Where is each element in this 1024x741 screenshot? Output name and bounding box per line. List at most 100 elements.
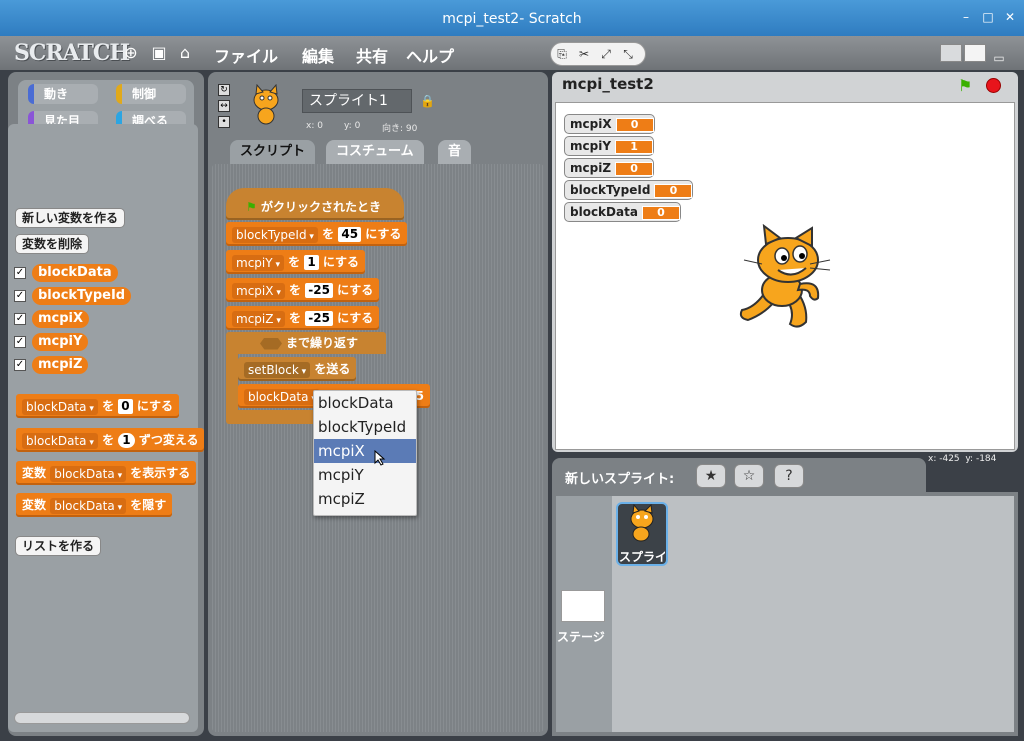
duplicate-icon[interactable]: ⎘ [551, 43, 573, 65]
shrink-icon[interactable]: ⤡ [617, 43, 639, 65]
save-icon[interactable]: ▣ [150, 44, 168, 62]
set-variable-block[interactable]: blockData を 0 にする [16, 394, 179, 418]
tab-sounds[interactable]: 音 [438, 140, 472, 164]
variable-dropdown[interactable]: blockData [50, 497, 127, 514]
flip-icon[interactable]: ↔ [218, 100, 230, 112]
variable-dropdown[interactable]: mcpiZ [232, 310, 285, 327]
menu-share[interactable]: 共有 [356, 43, 388, 67]
small-stage-icon[interactable] [940, 44, 962, 62]
checkbox[interactable]: ✓ [14, 313, 26, 325]
presentation-icon[interactable]: ▭ [988, 51, 1010, 69]
variable-monitor[interactable]: blockData 0 [564, 202, 681, 222]
make-list-button[interactable]: リストを作る [15, 536, 102, 556]
variable-reporter[interactable]: mcpiY [32, 333, 89, 351]
scratch-logo: SCRATCH [14, 40, 130, 66]
variable-reporter[interactable]: mcpiZ [32, 356, 89, 374]
value-input[interactable]: 1 [304, 255, 319, 270]
when-flag-clicked-block[interactable]: ⚑ がクリックされたとき [226, 188, 404, 220]
condition-slot[interactable] [260, 337, 282, 350]
palette-scrollbar[interactable] [14, 712, 190, 724]
show-variable-block[interactable]: 変数 blockData を表示する [16, 461, 197, 485]
variable-dropdown-menu: blockData blockTypeId mcpiX mcpiY mcpiZ [313, 390, 417, 516]
variable-monitor[interactable]: blockTypeId 0 [564, 180, 694, 200]
category-motion[interactable]: 動き [28, 84, 98, 104]
checkbox[interactable]: ✓ [14, 267, 26, 279]
grow-icon[interactable]: ⤢ [595, 43, 617, 65]
variable-dropdown[interactable]: blockData [50, 465, 127, 482]
variable-dropdown[interactable]: blockData [244, 388, 320, 405]
block-text: を送る [314, 362, 351, 376]
variable-dropdown[interactable]: mcpiY [232, 254, 284, 271]
menu-help[interactable]: ヘルプ [406, 43, 454, 67]
set-variable-block[interactable]: mcpiZ を -25 にする [226, 306, 380, 330]
green-flag-icon: ⚑ [246, 200, 257, 214]
stop-icon[interactable] [986, 78, 1001, 93]
stage-mode-group: ▭ [940, 44, 1016, 65]
value-input[interactable]: 45 [338, 227, 362, 242]
rotate-icon[interactable]: ↻ [218, 84, 230, 96]
delete-variable-button[interactable]: 変数を削除 [15, 234, 90, 254]
cut-icon[interactable]: ✂ [573, 43, 595, 65]
sprite-thumbnail-icon [253, 84, 279, 125]
minimize-button[interactable]: – [958, 9, 974, 25]
menu-option-blockdata[interactable]: blockData [314, 391, 416, 415]
normal-stage-icon[interactable] [964, 44, 986, 62]
no-rotate-icon[interactable]: • [218, 116, 230, 128]
variable-monitor[interactable]: mcpiY 1 [564, 136, 655, 156]
sprite-x: x: 0 [306, 121, 323, 131]
hide-variable-block[interactable]: 変数 blockData を隠す [16, 493, 173, 517]
category-control[interactable]: 制御 [116, 84, 186, 104]
menu-option-mcpix[interactable]: mcpiX [314, 439, 416, 463]
broadcast-block[interactable]: setBlock を送る [238, 357, 357, 381]
block-text: にする [365, 227, 402, 241]
value-input[interactable]: -25 [305, 283, 333, 298]
variable-dropdown[interactable]: mcpiX [232, 282, 285, 299]
paint-sprite-icon[interactable]: ★ [696, 464, 726, 488]
variable-reporter[interactable]: mcpiX [32, 310, 90, 328]
set-variable-block[interactable]: mcpiX を -25 にする [226, 278, 380, 302]
make-variable-button[interactable]: 新しい変数を作る [15, 208, 126, 228]
globe-icon[interactable]: ⊕ [122, 44, 140, 62]
menu-option-mcpiy[interactable]: mcpiY [314, 463, 416, 487]
block-text: がクリックされたとき [260, 200, 381, 214]
variable-reporter[interactable]: blockTypeId [32, 287, 132, 305]
tab-scripts[interactable]: スクリプト [230, 140, 316, 164]
value-input[interactable]: 0 [118, 399, 133, 414]
scratch-cat-sprite[interactable] [734, 224, 834, 330]
message-dropdown[interactable]: setBlock [244, 361, 311, 378]
variable-dropdown[interactable]: blockData [22, 432, 98, 449]
lock-icon[interactable]: 🔒 [420, 94, 435, 108]
window-title: mcpi_test2- Scratch [442, 11, 582, 27]
change-variable-block[interactable]: blockData を 1 ずつ変える [16, 428, 205, 452]
green-flag-icon[interactable]: ⚑ [958, 76, 972, 95]
checkbox[interactable]: ✓ [14, 336, 26, 348]
close-button[interactable]: ✕ [1002, 9, 1018, 25]
tab-costumes[interactable]: コスチューム [326, 140, 424, 164]
value-input[interactable]: -25 [305, 311, 333, 326]
variable-dropdown[interactable]: blockTypeId [232, 226, 318, 243]
value-input[interactable]: 1 [118, 433, 135, 448]
set-variable-block[interactable]: blockTypeId を 45 にする [226, 222, 408, 246]
choose-sprite-icon[interactable]: ☆ [734, 464, 764, 488]
menu-edit[interactable]: 編集 [302, 43, 334, 67]
block-text: 変数 [22, 466, 47, 480]
checkbox[interactable]: ✓ [14, 290, 26, 302]
repeat-until-block[interactable]: まで繰り返す [226, 332, 386, 354]
set-variable-block[interactable]: mcpiY を 1 にする [226, 250, 366, 274]
share-icon[interactable]: ⌂ [176, 44, 194, 62]
stage-thumbnail[interactable] [561, 590, 605, 622]
block-text: を表示する [130, 466, 191, 480]
checkbox[interactable]: ✓ [14, 359, 26, 371]
menu-option-blocktypeid[interactable]: blockTypeId [314, 415, 416, 439]
monitor-label: mcpiZ [570, 161, 612, 175]
variable-reporter[interactable]: blockData [32, 264, 118, 282]
sprite-name-field[interactable]: スプライト1 [302, 89, 412, 113]
variable-monitor[interactable]: mcpiX 0 [564, 114, 655, 134]
variable-monitor[interactable]: mcpiZ 0 [564, 158, 655, 178]
random-sprite-icon[interactable]: ? [774, 464, 804, 488]
block-text: にする [337, 283, 374, 297]
variable-dropdown[interactable]: blockData [22, 398, 98, 415]
menu-option-mcpiz[interactable]: mcpiZ [314, 487, 416, 511]
menu-file[interactable]: ファイル [214, 43, 278, 67]
maximize-button[interactable]: □ [980, 9, 996, 25]
